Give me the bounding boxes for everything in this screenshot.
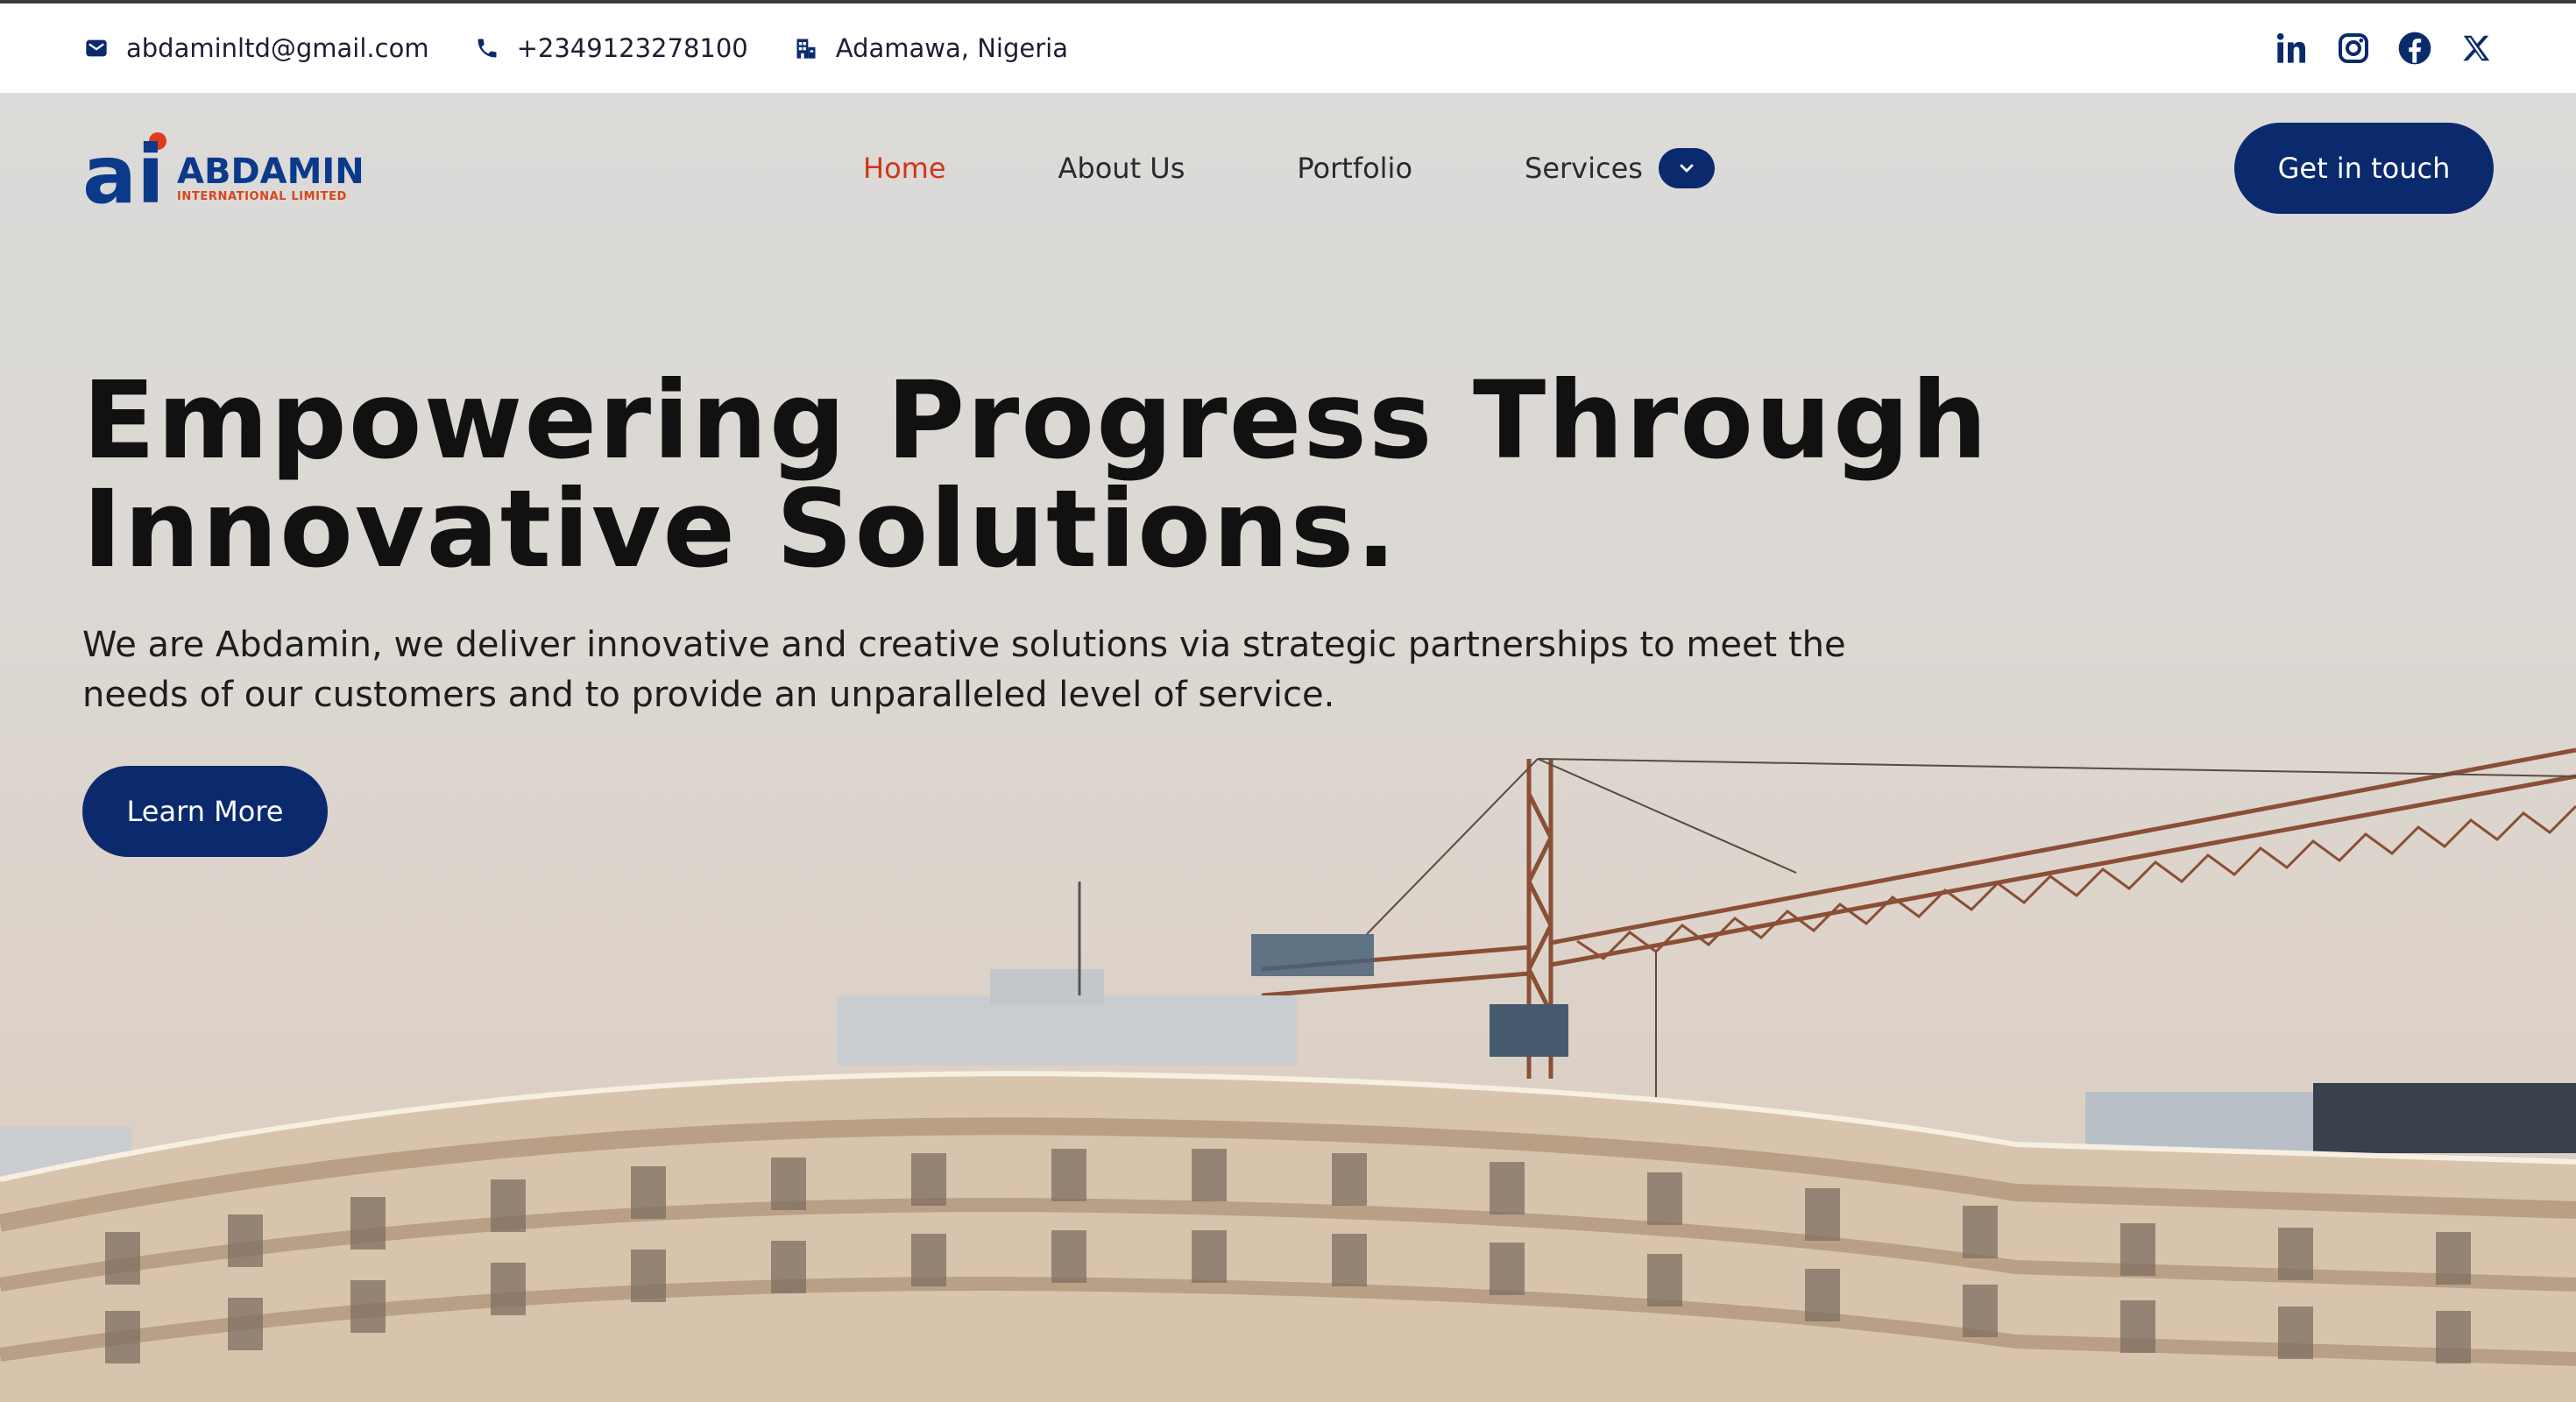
linkedin-icon[interactable] xyxy=(2275,31,2310,66)
logo-text: ABDAMIN INTERNATIONAL LIMITED xyxy=(177,154,364,202)
nav-item-services-label: Services xyxy=(1525,152,1643,185)
main-navigation: ai ABDAMIN INTERNATIONAL LIMITED Home Ab… xyxy=(0,93,2576,244)
logo-mark-text: ai xyxy=(82,129,165,208)
location-text: Adamawa, Nigeria xyxy=(835,33,1068,63)
logo-image: ai xyxy=(82,128,166,222)
hero-background xyxy=(0,93,2576,1402)
brand-name: ABDAMIN xyxy=(177,152,364,192)
phone-icon xyxy=(473,34,501,62)
brand-logo[interactable]: ai ABDAMIN INTERNATIONAL LIMITED xyxy=(82,128,372,222)
crane-image xyxy=(1261,747,2576,1109)
brand-subtitle: INTERNATIONAL LIMITED xyxy=(177,190,347,203)
phone-text: +2349123278100 xyxy=(516,33,748,63)
logo-mark: ai xyxy=(82,128,172,222)
facebook-icon[interactable] xyxy=(2397,31,2432,66)
top-contact-bar: abdaminltd@gmail.com +2349123278100 Adam… xyxy=(0,0,2576,93)
nav-item-services[interactable]: Services xyxy=(1525,148,1715,188)
hero-headline: Empowering Progress Through Innovative S… xyxy=(82,358,1990,591)
nav-item-portfolio[interactable]: Portfolio xyxy=(1297,152,1412,185)
contact-location: Adamawa, Nigeria xyxy=(792,33,1068,63)
learn-more-button[interactable]: Learn More xyxy=(82,766,328,857)
building-icon xyxy=(792,34,820,62)
nav-item-home[interactable]: Home xyxy=(863,152,946,185)
nav-menu: Home About Us Portfolio Services xyxy=(863,93,1715,244)
nav-item-about-us[interactable]: About Us xyxy=(1058,152,1185,185)
hero-subtext: We are Abdamin, we deliver innovative an… xyxy=(82,625,1846,715)
social-links xyxy=(2275,31,2494,66)
contact-info: abdaminltd@gmail.com +2349123278100 Adam… xyxy=(82,33,1068,63)
get-in-touch-button[interactable]: Get in touch xyxy=(2234,123,2494,214)
x-icon[interactable] xyxy=(2459,31,2494,66)
instagram-icon[interactable] xyxy=(2336,31,2371,66)
chevron-down-icon[interactable] xyxy=(1658,148,1715,188)
contact-email[interactable]: abdaminltd@gmail.com xyxy=(82,33,429,63)
mail-icon xyxy=(82,34,110,62)
hero-photo xyxy=(0,747,2576,1402)
contact-phone[interactable]: +2349123278100 xyxy=(473,33,748,63)
email-text: abdaminltd@gmail.com xyxy=(126,33,429,63)
